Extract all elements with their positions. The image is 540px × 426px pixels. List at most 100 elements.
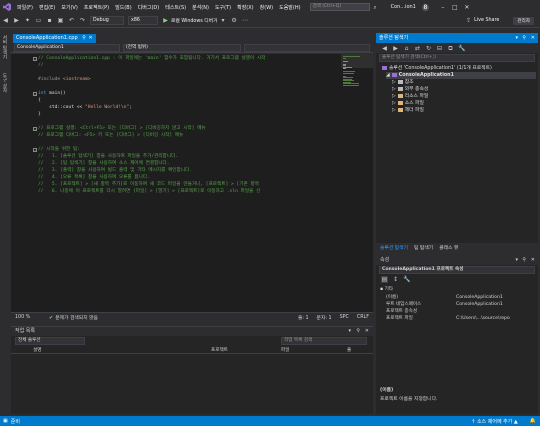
fold-toggle-icon[interactable]: − <box>33 127 37 131</box>
se-search-input[interactable]: 솔루션 탐색기 검색(Ctrl+;) <box>379 54 535 62</box>
property-value[interactable]: ConsoleApplication1 <box>456 294 503 301</box>
minimap[interactable] <box>341 54 373 312</box>
live-share-button[interactable]: Live Share <box>474 18 499 23</box>
code-line[interactable]: // 시작을 위한 팁: <box>38 147 80 153</box>
expand-arrow-icon[interactable]: ▷ <box>392 101 396 106</box>
minimize-icon[interactable]: – <box>437 4 449 11</box>
scope-dropdown[interactable]: (전역 범위) <box>123 44 241 52</box>
tab-consoleapplication1-cpp[interactable]: ConsoleApplication1.cpp ⚲ ✕ <box>13 34 96 43</box>
tree-item[interactable]: ▷ 헤더 파일 <box>392 107 424 114</box>
open-folder-icon[interactable]: ▭ <box>35 17 42 24</box>
props-close-icon[interactable]: ✕ <box>531 256 535 265</box>
close-tab-icon[interactable]: ✕ <box>89 35 93 41</box>
close-icon[interactable]: ✕ <box>461 4 473 11</box>
tree-item[interactable]: 솔루션 'ConsoleApplication1' (1/1개 프로젝트) <box>380 65 492 72</box>
se-close-icon[interactable]: ✕ <box>531 33 535 43</box>
column-file[interactable]: 파일 <box>281 347 289 353</box>
start-debug-icon[interactable]: ▶ <box>162 17 169 24</box>
se-show-all-icon[interactable]: ⧉ <box>447 45 454 52</box>
tree-item[interactable]: ▷ 참조 <box>392 79 414 86</box>
panel-close-icon[interactable]: ✕ <box>365 327 369 336</box>
se-sync-icon[interactable]: ⇄ <box>414 45 421 52</box>
issues-status[interactable]: 문제가 검색되지 않음 <box>55 314 98 321</box>
property-row[interactable]: (이름) ConsoleApplication1 <box>380 294 536 301</box>
admin-badge[interactable]: 관리자 <box>513 16 534 25</box>
menu-tools[interactable]: 도구(T) <box>212 4 234 11</box>
column-project[interactable]: 프로젝트 <box>211 347 228 353</box>
code-line[interactable]: // 5. [프로젝트] > [새 항목 추가]로 이동하여 새 코드 파일을 … <box>38 182 259 188</box>
se-collapse-icon[interactable]: ⊟ <box>436 45 443 52</box>
expand-arrow-icon[interactable]: ▷ <box>392 87 396 92</box>
se-back-icon[interactable]: ◀ <box>381 45 388 52</box>
menu-help[interactable]: 도움말(H) <box>276 4 303 11</box>
tab-team-explorer[interactable]: 팀 탐색기 <box>414 244 433 251</box>
property-category[interactable]: ▪ 기타 <box>380 286 536 293</box>
menu-debug[interactable]: 디버그(D) <box>135 4 163 11</box>
menu-project[interactable]: 프로젝트(P) <box>81 4 112 11</box>
user-avatar-icon[interactable]: 8 <box>421 3 429 11</box>
code-line[interactable]: // 6. 나중에 이 프로젝트를 다시 열려면 [파일] > [열기] > [… <box>38 189 260 195</box>
toolbox-tab[interactable]: 도구 상자 <box>1 73 7 92</box>
tree-item[interactable]: ▷ 리소스 파일 <box>392 93 428 100</box>
code-line[interactable]: // ConsoleApplication1.cpp : 이 파일에는 'mai… <box>38 56 265 62</box>
code-line[interactable]: // 프로그램 디버그: <F5> 키 또는 [디버그] > [디버깅 시작] … <box>38 133 183 139</box>
code-line[interactable]: // 프로그램 실행: <Ctrl+F5> 또는 [디버그] > [디버깅하지 … <box>38 126 206 132</box>
panel-menu-icon[interactable]: ▾ <box>348 327 351 336</box>
menu-view[interactable]: 보기(V) <box>58 4 81 11</box>
tab-solution-explorer[interactable]: 솔루션 탐색기 <box>380 244 408 251</box>
task-list-search[interactable]: 작업 목록 검색 <box>281 337 367 345</box>
menu-window[interactable]: 창(W) <box>257 4 276 11</box>
start-debug-button[interactable]: 로컬 Windows 디버거 <box>171 17 218 24</box>
back-icon[interactable]: ◀ <box>2 17 9 24</box>
property-row[interactable]: 프로젝트 종속성 <box>380 308 536 315</box>
zoom-level[interactable]: 100 % <box>15 315 39 320</box>
fold-toggle-icon[interactable]: − <box>33 57 37 61</box>
menu-edit[interactable]: 편집(E) <box>36 4 58 11</box>
categorized-icon[interactable]: ▤ <box>381 276 388 283</box>
undo-icon[interactable]: ↶ <box>68 17 75 24</box>
se-forward-icon[interactable]: ▶ <box>392 45 399 52</box>
maximize-icon[interactable]: □ <box>449 4 461 11</box>
save-icon[interactable]: ▪ <box>46 17 53 24</box>
props-pin-icon[interactable]: ⚲ <box>522 256 526 265</box>
se-pin-icon[interactable]: ⚲ <box>522 33 526 43</box>
member-dropdown[interactable] <box>244 44 370 52</box>
menu-extensions[interactable]: 확장(X) <box>234 4 257 11</box>
server-explorer-tab[interactable]: 서버 탐색기 <box>1 35 7 59</box>
property-row[interactable]: 프로젝트 파일 C:\Users\...\source\repo <box>380 315 536 322</box>
property-value[interactable]: C:\Users\...\source\repo <box>456 315 510 322</box>
property-row[interactable]: 루트 네임스페이스 ConsoleApplication1 <box>380 301 536 308</box>
config-dropdown[interactable]: Debug <box>90 16 124 25</box>
menu-build[interactable]: 빌드(B) <box>112 4 135 11</box>
notification-icon[interactable]: 🔔 <box>530 418 536 424</box>
pin-icon[interactable]: ⚲ <box>82 35 86 41</box>
tree-item[interactable]: ▷ 외부 종속성 <box>392 86 428 93</box>
menu-analyze[interactable]: 분석(N) <box>189 4 212 11</box>
code-editor[interactable]: − − − − // ConsoleApplication1.cpp : 이 파일에는… <box>11 54 373 312</box>
fold-toggle-icon[interactable]: − <box>33 92 37 96</box>
platform-dropdown[interactable]: x86 <box>128 16 158 25</box>
new-item-icon[interactable]: ✦ <box>24 17 31 24</box>
attach-icon[interactable]: ⚙ <box>231 17 238 24</box>
column-description[interactable]: 설명 <box>33 347 41 353</box>
code-line[interactable]: #include <iostream> <box>38 77 91 83</box>
code-line[interactable]: { <box>38 98 41 104</box>
expand-arrow-icon[interactable]: ◢ <box>386 73 390 78</box>
se-menu-icon[interactable]: ▾ <box>515 33 518 43</box>
add-to-source-control-button[interactable]: ↑ 소스 제어에 추가 ▲ <box>471 418 518 425</box>
code-line[interactable]: // 4. [오류 목록] 창을 사용하여 오류를 봅니다. <box>38 175 150 181</box>
scope-dropdown[interactable]: 전체 솔루션 <box>15 337 85 345</box>
whitespace-mode[interactable]: SPC <box>340 315 349 320</box>
tree-item[interactable]: ◢ ConsoleApplication1 <box>386 72 536 79</box>
menu-file[interactable]: 파일(F) <box>14 4 36 11</box>
properties-object-selector[interactable]: ConsoleApplication1 프로젝트 속성 <box>379 266 535 274</box>
tab-class-view[interactable]: 클래스 뷰 <box>439 244 458 251</box>
code-line[interactable]: // <box>38 63 44 69</box>
props-menu-icon[interactable]: ▾ <box>515 256 518 265</box>
menu-test[interactable]: 테스트(S) <box>162 4 189 11</box>
code-line[interactable]: // 3. [출력] 창을 사용하여 빌드 출력 및 기타 메시지를 확인합니다… <box>38 168 192 174</box>
search-icon[interactable]: ⌕ <box>372 4 379 11</box>
property-value[interactable]: ConsoleApplication1 <box>456 301 503 308</box>
expand-arrow-icon[interactable]: ▷ <box>392 80 396 85</box>
fold-toggle-icon[interactable]: − <box>33 148 37 152</box>
